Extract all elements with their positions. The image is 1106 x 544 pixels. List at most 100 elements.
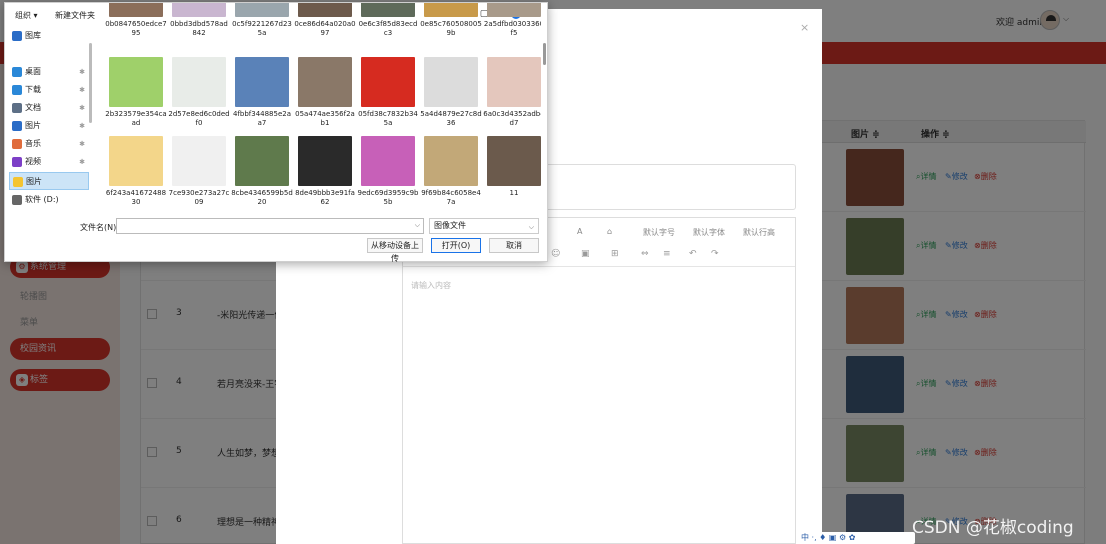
file-item[interactable]: 8de49bbb3e91fa62	[294, 136, 356, 207]
pin-icon: ✱	[79, 158, 85, 166]
nav-item-label: 文档	[25, 103, 41, 112]
nav-item[interactable]: 图片 ✱	[9, 117, 89, 135]
new-folder-button[interactable]: 新建文件夹	[55, 10, 95, 21]
background-color-button[interactable]: ⌂	[607, 227, 612, 236]
file-thumbnail	[361, 136, 415, 186]
file-item[interactable]: 11	[483, 136, 541, 198]
cancel-button[interactable]: 取消	[489, 238, 539, 253]
file-name: 4fbbf344885e2aa7	[232, 110, 292, 127]
editor-placeholder[interactable]: 请输入内容	[411, 280, 451, 291]
pin-icon: ✱	[79, 104, 85, 112]
image-icon[interactable]: ▣	[581, 249, 590, 259]
file-name: 6f243a4167248830	[105, 189, 167, 206]
file-item[interactable]: 0bbd3dbd578ad842	[168, 3, 230, 38]
filetype-value: 图像文件	[434, 221, 466, 230]
rich-text-editor: A ⌂ 默认字号 默认字体 默认行高 ☺ ▣ ⊞ ⇔ ≡ ↶ ↷ 请输入内容	[402, 217, 796, 544]
font-family-select[interactable]: 默认字体	[693, 227, 725, 238]
folder-icon	[13, 177, 23, 187]
file-thumbnail	[361, 57, 415, 107]
file-name: 7ce930e273a27c09	[168, 189, 230, 206]
nav-item[interactable]: 音乐 ✱	[9, 135, 89, 153]
file-item[interactable]: 05fd38c7832b345a	[357, 57, 419, 128]
upload-from-mobile-button[interactable]: 从移动设备上传	[367, 238, 423, 263]
file-thumbnail	[109, 3, 163, 17]
navigation-pane: 图库 桌面 ✱ 下载 ✱ 文档 ✱ 图片 ✱ 音乐 ✱ 视频 ✱ 图片 软件 (D:)	[5, 23, 91, 213]
divider-icon[interactable]: ≡	[663, 249, 671, 259]
nav-item[interactable]: 视频 ✱	[9, 153, 89, 171]
nav-item[interactable]: 桌面 ✱	[9, 63, 89, 81]
folder-icon	[12, 195, 22, 205]
close-icon[interactable]: ×	[800, 21, 809, 34]
nav-item[interactable]: 图库	[9, 27, 89, 45]
file-item[interactable]: 8cbe4346599b5d20	[231, 136, 293, 207]
file-item[interactable]: 2d57e8ed6c0dedf0	[168, 57, 230, 128]
filename-label: 文件名(N):	[80, 223, 119, 232]
nav-item[interactable]: 下载 ✱	[9, 81, 89, 99]
folder-icon	[12, 157, 22, 167]
file-item[interactable]: 9f69b84c6058e47a	[420, 136, 482, 207]
file-item[interactable]: 6f243a4167248830	[105, 136, 167, 207]
file-name: 0b0847650edce795	[105, 20, 167, 37]
open-button[interactable]: 打开(O)	[431, 238, 481, 253]
filetype-select[interactable]: 图像文件 ⌵	[429, 218, 539, 234]
font-size-select[interactable]: 默认字号	[643, 227, 675, 238]
font-color-button[interactable]: A	[577, 227, 582, 236]
chevron-down-icon[interactable]: ⌵	[415, 221, 420, 230]
folder-icon	[12, 85, 22, 95]
watermark: CSDN @花椒coding	[912, 518, 1074, 538]
folder-icon	[12, 67, 22, 77]
file-item[interactable]: 6a0c3d4352adb4d7	[483, 57, 541, 128]
file-thumbnail	[298, 3, 352, 17]
nav-item[interactable]: 软件 (D:)	[9, 191, 89, 209]
file-item[interactable]: 0b0847650edce795	[105, 3, 167, 38]
file-item[interactable]: 2a5dfbd0303360f5	[483, 3, 541, 38]
toolbar-divider	[403, 266, 795, 267]
file-name: 0c5f9221267d235a	[232, 20, 292, 37]
pin-icon: ✱	[79, 68, 85, 76]
ime-toolbar[interactable]: 中 ·, ♦ ▣ ⚙ ✿	[797, 532, 915, 544]
file-item[interactable]: 05a474ae356f2ab1	[294, 57, 356, 128]
file-item[interactable]: 0e6c3f85d83ecdc3	[357, 3, 419, 38]
file-thumbnail	[487, 3, 541, 17]
file-item[interactable]: 2b323579e354caad	[105, 57, 167, 128]
file-thumbnail	[298, 136, 352, 186]
table-icon[interactable]: ⊞	[611, 249, 619, 259]
file-item[interactable]: 4fbbf344885e2aa7	[231, 57, 293, 128]
file-name: 9f69b84c6058e47a	[421, 189, 481, 206]
line-height-select[interactable]: 默认行高	[743, 227, 775, 238]
file-item[interactable]: 9edc69d3959c9b5b	[357, 136, 419, 207]
folder-icon	[12, 103, 22, 113]
file-thumbnail	[487, 136, 541, 186]
file-name: 11	[509, 189, 519, 197]
file-item[interactable]: 7ce930e273a27c09	[168, 136, 230, 207]
file-name: 8de49bbb3e91fa62	[295, 189, 355, 206]
code-icon[interactable]: ⇔	[641, 249, 649, 259]
file-item[interactable]: 0c5f9221267d235a	[231, 3, 293, 38]
file-thumbnail	[298, 57, 352, 107]
file-item[interactable]: 0ce86d64a020a097	[294, 3, 356, 38]
file-thumbnail	[487, 57, 541, 107]
nav-item-label: 桌面	[25, 67, 41, 76]
undo-icon[interactable]: ↶	[689, 249, 697, 259]
nav-item-label: 图片	[26, 177, 42, 186]
nav-item[interactable]: 图片	[9, 172, 89, 190]
emoji-icon[interactable]: ☺	[551, 249, 560, 259]
file-item[interactable]: 5a4d4879e27c8d36	[420, 57, 482, 128]
nav-item-label: 图片	[25, 121, 41, 130]
file-name: 2b323579e354caad	[105, 110, 167, 127]
nav-scrollbar[interactable]	[89, 43, 92, 123]
file-thumbnail	[424, 3, 478, 17]
file-item[interactable]: 0e85c7605080059b	[420, 3, 482, 38]
file-thumbnail	[109, 57, 163, 107]
file-thumbnail	[235, 3, 289, 17]
organize-menu[interactable]: 组织 ▾	[15, 10, 38, 21]
file-scrollbar[interactable]	[543, 43, 546, 65]
file-name: 05a474ae356f2ab1	[295, 110, 355, 127]
file-name: 2a5dfbd0303360f5	[483, 20, 541, 37]
file-thumbnail	[424, 57, 478, 107]
redo-icon[interactable]: ↷	[711, 249, 719, 259]
filename-input[interactable]: ⌵	[116, 218, 424, 234]
file-thumbnail	[235, 57, 289, 107]
file-name: 0bbd3dbd578ad842	[170, 20, 228, 37]
nav-item[interactable]: 文档 ✱	[9, 99, 89, 117]
